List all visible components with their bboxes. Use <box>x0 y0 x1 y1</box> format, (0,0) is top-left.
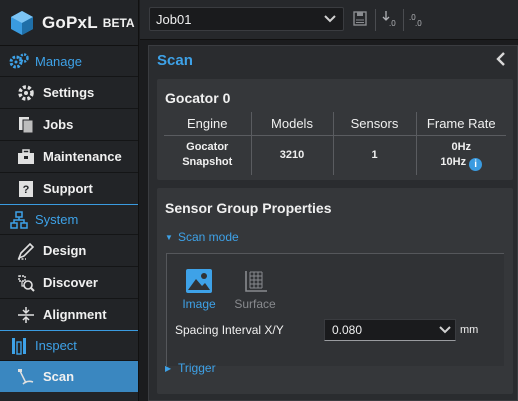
engine-cell: Gocator Snapshot <box>164 135 251 175</box>
sidebar-item-support[interactable]: ? Support <box>0 172 138 204</box>
frame-rate-line-2: 10Hz i <box>417 155 507 171</box>
sidebar-item-discover[interactable]: Discover <box>0 266 138 298</box>
sensors-cell: 1 <box>332 135 416 175</box>
sidebar-item-label: Jobs <box>43 117 74 132</box>
chevron-left-icon[interactable] <box>495 51 507 67</box>
gears-icon <box>9 52 29 70</box>
job-select[interactable]: Job01 <box>149 7 344 31</box>
info-icon[interactable]: i <box>469 157 483 171</box>
models-cell: 3210 <box>250 135 333 175</box>
job-select-value: Job01 <box>156 11 192 27</box>
frame-rate-cell: 0Hz 10Hz i <box>415 135 507 175</box>
toolbox-icon <box>16 147 36 167</box>
section-system[interactable]: System <box>0 204 138 234</box>
section-label: Manage <box>35 53 82 69</box>
frame-rate-line-1: 0Hz <box>451 140 472 153</box>
spacing-unit: mm <box>460 324 479 336</box>
column-header-engine: Engine <box>164 112 251 136</box>
column-header-models: Models <box>250 112 333 136</box>
spacing-interval-input[interactable]: 0.080 <box>324 319 456 341</box>
gear-icon <box>16 83 36 103</box>
logo-text: GoPxL <box>42 12 98 32</box>
page-title: Scan <box>157 51 193 69</box>
design-icon <box>16 241 36 261</box>
app-logo[interactable]: GoPxL BETA <box>0 0 138 46</box>
mode-image-button[interactable]: Image <box>175 264 223 311</box>
sidebar-item-alignment[interactable]: Alignment <box>0 298 138 330</box>
sidebar-item-label: Maintenance <box>43 149 122 164</box>
sidebar-item-label: Discover <box>43 275 98 290</box>
column-header-frame-rate: Frame Rate <box>415 112 506 136</box>
sidebar-item-settings[interactable]: Settings <box>0 76 138 108</box>
sidebar-item-label: Scan <box>43 369 75 384</box>
mode-image-label: Image <box>182 297 216 311</box>
table-row[interactable]: Gocator Snapshot 3210 1 0Hz 10Hz i <box>164 135 506 175</box>
save-icon[interactable] <box>353 10 367 26</box>
device-title: Gocator 0 <box>165 90 231 106</box>
mode-surface-label: Surface <box>234 297 276 311</box>
top-toolbar: Job01 .0 .0.0 <box>140 0 518 40</box>
chevron-down-icon[interactable] <box>438 324 452 336</box>
column-header-sensors: Sensors <box>332 112 416 136</box>
chevron-down-icon <box>324 15 336 23</box>
discover-icon <box>16 273 36 293</box>
sensor-table: Engine Models Sensors Frame Rate Gocator… <box>164 112 506 175</box>
triangle-right-icon: ▶ <box>165 363 172 373</box>
section-inspect[interactable]: Inspect <box>0 330 138 360</box>
save-number-icon[interactable]: .0.0 <box>408 10 426 28</box>
table-header-row: Engine Models Sensors Frame Rate <box>164 112 506 136</box>
engine-line-2: Snapshot <box>182 156 233 169</box>
toolbar-separator <box>403 9 404 31</box>
spacing-interval-value: 0.080 <box>332 323 363 337</box>
engine-line-1: Gocator <box>186 141 229 154</box>
frame-rate-value: 10Hz <box>440 155 467 168</box>
gopxl-logo-icon <box>11 10 33 35</box>
sensor-group-title: Sensor Group Properties <box>165 200 332 216</box>
svg-text:.0: .0 <box>389 19 396 28</box>
triangle-down-icon: ▼ <box>165 232 173 242</box>
scan-mode-expander[interactable]: ▼ Scan mode <box>165 230 239 244</box>
spacing-interval-label: Spacing Interval X/Y <box>175 323 284 337</box>
sidebar-item-jobs[interactable]: Jobs <box>0 108 138 140</box>
trigger-label: Trigger <box>178 361 216 375</box>
scan-mode-label: Scan mode <box>178 230 239 244</box>
toolbar-separator <box>375 9 376 31</box>
section-manage[interactable]: Manage <box>0 46 138 76</box>
beta-badge: BETA <box>102 15 135 30</box>
scan-icon <box>16 367 36 387</box>
sidebar-item-label: Support <box>43 181 93 196</box>
section-label: Inspect <box>35 338 77 353</box>
sidebar-item-scan[interactable]: Scan <box>0 360 138 392</box>
inspect-icon <box>9 337 29 355</box>
help-book-icon: ? <box>16 179 36 199</box>
network-icon <box>9 210 29 229</box>
svg-text:?: ? <box>23 184 30 196</box>
scan-panel: Scan Gocator 0 Engine Models Sensors Fra… <box>148 45 518 401</box>
scan-mode-box: Image Surface Spacing Interval X/Y 0.080… <box>166 253 504 366</box>
panel-header: Scan <box>149 46 517 74</box>
surface-grid-icon <box>245 271 267 292</box>
sidebar-item-maintenance[interactable]: Maintenance <box>0 140 138 172</box>
sidebar-item-label: Design <box>43 243 87 258</box>
alignment-icon <box>16 305 36 325</box>
image-icon <box>186 269 212 293</box>
load-number-icon[interactable]: .0 <box>382 10 400 28</box>
documents-icon <box>16 115 36 135</box>
svg-text:.0: .0 <box>415 19 422 28</box>
sidebar-item-label: Settings <box>43 85 95 100</box>
section-label: System <box>35 212 79 227</box>
trigger-expander[interactable]: ▶ Trigger <box>165 361 216 375</box>
device-card: Gocator 0 Engine Models Sensors Frame Ra… <box>157 79 513 180</box>
mode-surface-button[interactable]: Surface <box>231 264 279 311</box>
sensor-group-card: Sensor Group Properties ▼ Scan mode Imag… <box>157 188 513 394</box>
sidebar: GoPxL BETA Manage Settings Jobs Maintena… <box>0 0 139 401</box>
sidebar-item-design[interactable]: Design <box>0 234 138 266</box>
sidebar-item-label: Alignment <box>43 307 107 322</box>
